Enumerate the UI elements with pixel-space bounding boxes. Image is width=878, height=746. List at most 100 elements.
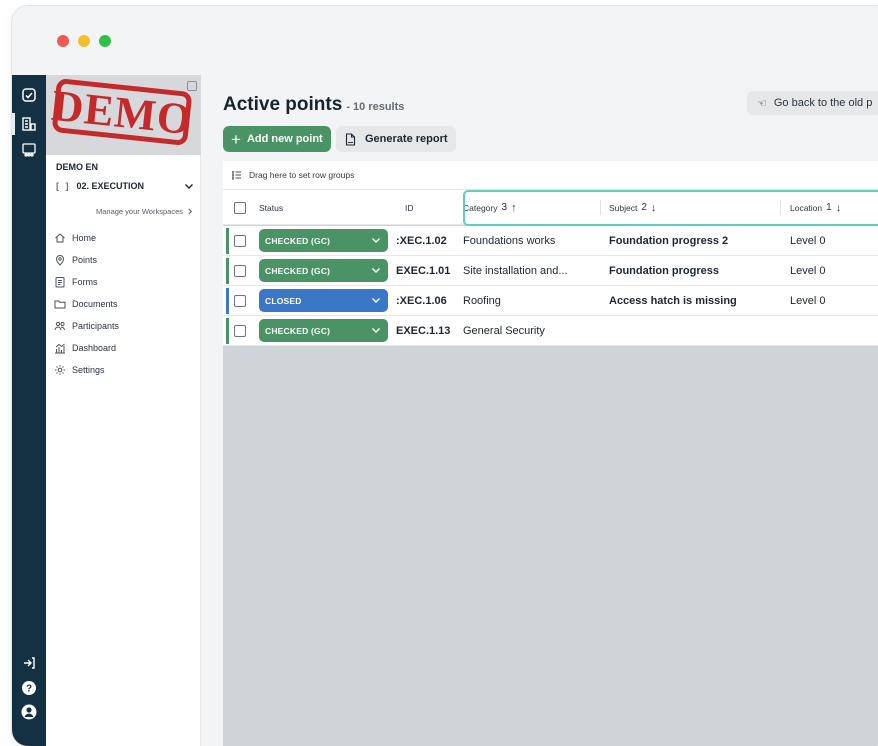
sidebar-item-label: Documents [72,299,118,309]
subject-cell[interactable]: Foundation progress [609,256,719,286]
sidebar-item-participants[interactable]: Participants [54,315,194,337]
buildings-icon[interactable] [19,114,39,134]
results-count: - 10 results [346,101,405,113]
row-status-bar [226,318,229,344]
points-grid: Drag here to set row groups Status ID Ca… [223,161,878,746]
settings-icon [55,365,65,375]
page-title: Active points - 10 results [223,94,404,116]
chevron-down-icon [372,238,380,243]
sidebar-item-label: Points [72,255,98,265]
sidebar-item-documents[interactable]: Documents [54,293,194,315]
chevron-down-icon [372,268,380,273]
status-dropdown[interactable]: CLOSED [259,289,388,312]
table-row[interactable]: CHECKED (GC) EXEC.1.13 General Security [223,316,878,346]
row-status-bar [226,228,229,254]
sidebar-item-label: Home [72,233,97,243]
location-cell[interactable]: Level 0 [790,286,825,316]
location-cell[interactable]: Level 0 [790,256,825,286]
chevron-right-icon [188,208,193,215]
help-icon[interactable]: ? [19,678,39,698]
home-icon [55,233,65,243]
row-group-dropzone[interactable]: Drag here to set row groups [223,161,878,190]
old-platform-button[interactable]: ☜ Go back to the old p [747,91,878,115]
column-header-id[interactable]: ID [405,190,414,225]
forms-icon [55,277,65,288]
title-bar [12,6,878,75]
category-cell[interactable]: Roofing [463,286,501,316]
svg-text:?: ? [26,684,32,695]
status-dropdown[interactable]: CHECKED (GC) [259,259,388,282]
manage-workspaces-link[interactable]: Manage your Workspaces [96,207,194,216]
status-dropdown[interactable]: CHECKED (GC) [259,319,388,342]
point-id[interactable]: :XEC.1.02 [396,226,447,256]
workspace-bracket-icon: [ ] [56,181,71,191]
icon-rail: ? [12,75,46,746]
category-cell[interactable]: Site installation and... [463,256,568,286]
table-row[interactable]: CHECKED (GC) EXEC.1.01 Site installation… [223,256,878,286]
point-id[interactable]: EXEC.1.01 [396,256,450,286]
collapse-sidebar-icon[interactable] [187,81,197,91]
location-cell[interactable]: Level 0 [790,226,825,256]
hand-pointing-icon: ☜ [757,97,767,110]
add-new-point-label: Add new point [246,133,323,145]
workspace-selector[interactable]: [ ] 02. EXECUTION [56,181,196,191]
status-label: CLOSED [265,295,302,306]
sidebar-item-label: Participants [72,321,120,331]
row-status-bar [226,288,229,314]
add-new-point-button[interactable]: + Add new point [223,126,331,152]
dashboard-icon [55,343,65,354]
old-platform-label: Go back to the old p [773,97,873,109]
sorted-columns-highlight [463,190,878,226]
chevron-down-icon [185,184,193,189]
status-label: CHECKED (GC) [265,235,331,246]
status-dropdown[interactable]: CHECKED (GC) [259,229,388,252]
rail-active-indicator [12,113,15,135]
plus-icon: + [231,129,241,149]
sidebar-item-dashboard[interactable]: Dashboard [54,337,194,359]
sidebar-item-points[interactable]: Points [54,249,194,271]
column-label: ID [405,202,414,213]
row-checkbox[interactable] [234,325,246,337]
table-row[interactable]: CLOSED :XEC.1.06 Roofing Access hatch is… [223,286,878,316]
page-title-text: Active points [223,94,343,115]
sidebar-item-label: Settings [72,365,105,375]
sidebar-item-home[interactable]: Home [54,227,194,249]
column-header-status[interactable]: Status [259,190,283,225]
logo-area: DEMO [46,75,201,155]
manage-workspaces-label: Manage your Workspaces [96,207,183,216]
chevron-down-icon [372,328,380,333]
status-label: CHECKED (GC) [265,325,331,336]
category-cell[interactable]: General Security [463,316,545,346]
close-window-button[interactable] [57,35,69,47]
subject-cell[interactable]: Foundation progress 2 [609,226,728,256]
folder-icon [54,300,66,309]
workspace-name: DEMO EN [56,162,99,172]
logout-icon[interactable] [19,653,39,673]
sidebar-item-settings[interactable]: Settings [54,359,194,381]
subject-cell[interactable]: Access hatch is missing [609,286,737,316]
generate-report-button[interactable]: Generate report [336,126,456,152]
maximize-window-button[interactable] [99,35,111,47]
minimize-window-button[interactable] [78,35,90,47]
sidebar-item-label: Dashboard [72,343,117,353]
row-groups-icon [232,170,241,180]
column-label: Status [259,202,284,213]
team-icon[interactable] [19,140,39,160]
sidebar-item-label: Forms [72,277,98,287]
row-checkbox[interactable] [234,295,246,307]
checkbox[interactable] [234,201,246,214]
category-cell[interactable]: Foundations works [463,226,555,256]
row-checkbox[interactable] [234,265,246,277]
row-checkbox[interactable] [234,235,246,247]
sidebar: DEMO DEMO EN [ ] 02. EXECUTION Manage yo… [46,75,201,746]
sidebar-item-forms[interactable]: Forms [54,271,194,293]
table-row[interactable]: CHECKED (GC) :XEC.1.02 Foundations works… [223,226,878,256]
generate-report-label: Generate report [365,133,448,145]
point-id[interactable]: :XEC.1.06 [396,286,447,316]
workspace-selected-label: 02. EXECUTION [76,181,145,191]
point-id[interactable]: EXEC.1.13 [396,316,450,346]
chevron-down-icon [372,298,380,303]
user-avatar-icon[interactable] [19,702,39,722]
checklist-icon[interactable] [19,85,39,105]
select-all-checkbox[interactable] [234,190,246,225]
